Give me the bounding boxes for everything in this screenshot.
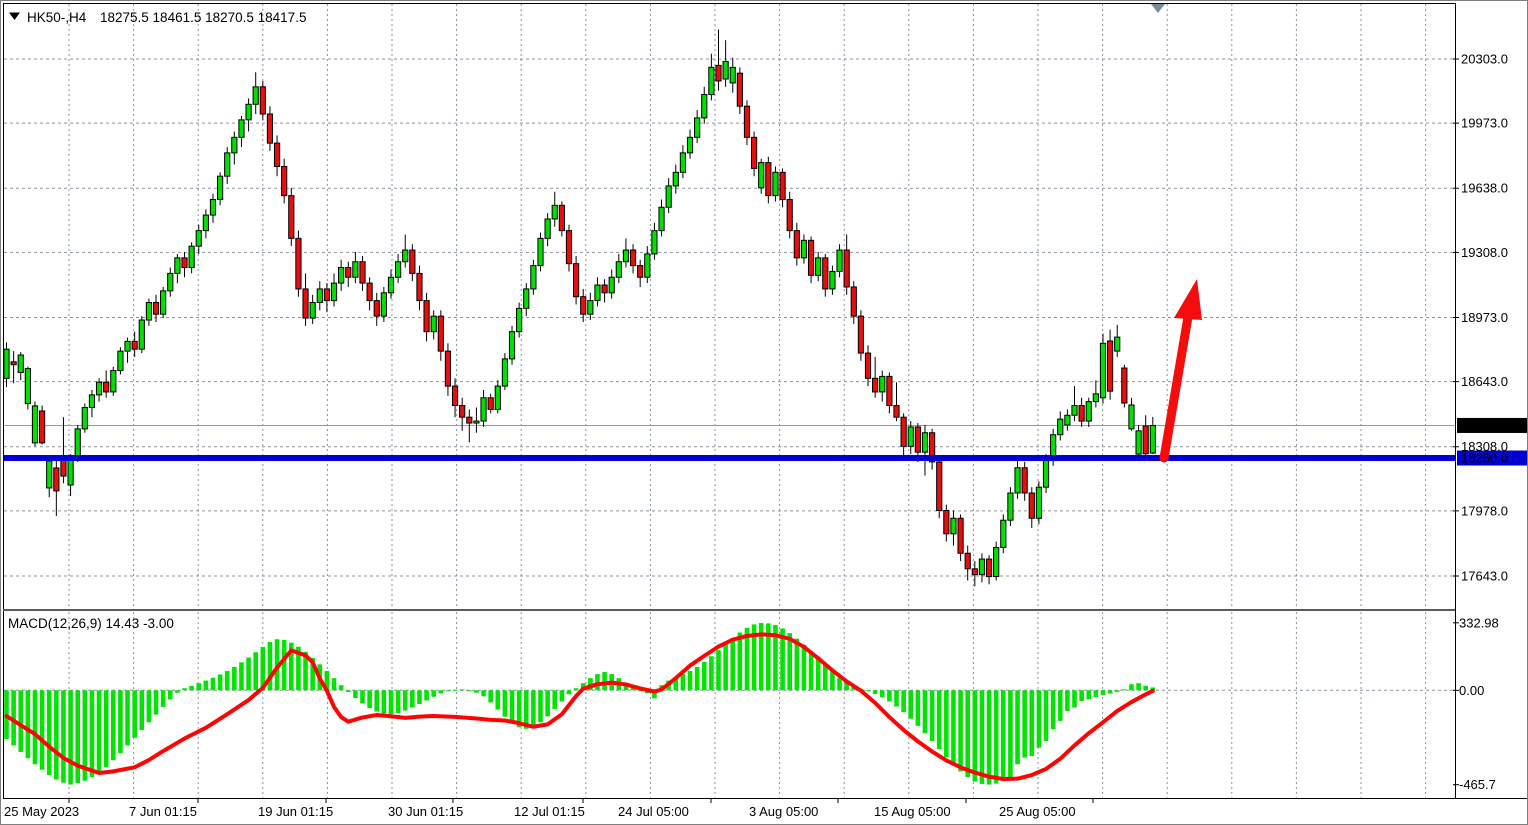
- time-axis-label: 3 Aug 05:00: [749, 804, 818, 819]
- price-axis-label: 18973.0: [1461, 310, 1508, 325]
- macd-axis-label: 0.00: [1459, 683, 1484, 698]
- time-axis-label: 25 Aug 05:00: [999, 804, 1076, 819]
- price-axis-label: 17978.0: [1461, 503, 1508, 518]
- time-axis-label: 25 May 2023: [4, 804, 79, 819]
- macd-indicator-label: MACD(12,26,9) 14.43 -3.00: [8, 616, 174, 631]
- price-axis-label: 17643.0: [1461, 568, 1508, 583]
- chart-window: 18417.5 18250.0 20303.019973.019638.0193…: [0, 0, 1528, 825]
- price-axis-label: 18308.0: [1461, 439, 1508, 454]
- time-axis-label: 30 Jun 01:15: [388, 804, 463, 819]
- time-axis-label: 7 Jun 01:15: [129, 804, 197, 819]
- time-axis-label: 15 Aug 05:00: [874, 804, 951, 819]
- price-axis-label: 18643.0: [1461, 374, 1508, 389]
- price-axis-label: 19638.0: [1461, 181, 1508, 196]
- price-axis-label: 19308.0: [1461, 245, 1508, 260]
- chart-canvas[interactable]: 18417.5 18250.0 20303.019973.019638.0193…: [1, 1, 1528, 825]
- price-axis-label: 20303.0: [1461, 52, 1508, 67]
- price-axis-label: 19973.0: [1461, 116, 1508, 131]
- current-price-label: 18417.5: [1461, 418, 1508, 433]
- time-axis-label: 19 Jun 01:15: [258, 804, 333, 819]
- chart-title-symbol: HK50-,H4: [27, 10, 87, 25]
- macd-axis-label: 332.98: [1459, 615, 1499, 630]
- macd-axis-label: -465.7: [1459, 777, 1496, 792]
- chart-title-ohlc: 18275.5 18461.5 18270.5 18417.5: [100, 10, 306, 25]
- time-axis-label: 12 Jul 01:15: [514, 804, 585, 819]
- time-axis-label: 24 Jul 05:00: [618, 804, 689, 819]
- chart-background: [3, 3, 1527, 824]
